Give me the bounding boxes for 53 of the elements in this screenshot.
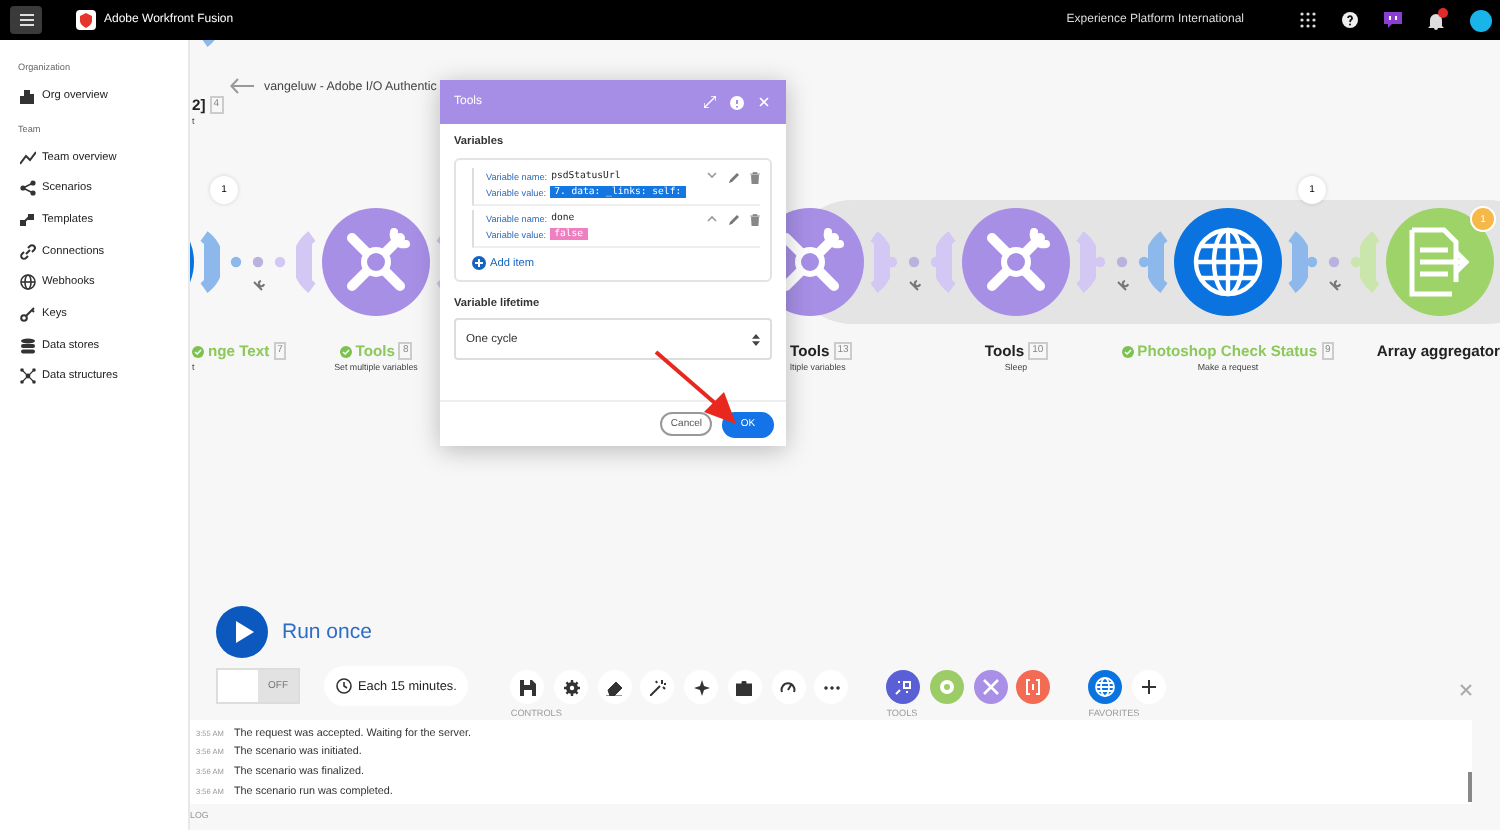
run-once-button[interactable]: Run once xyxy=(216,606,372,658)
db-icon xyxy=(20,337,36,354)
notifications-icon[interactable] xyxy=(1428,11,1444,29)
edit-icon[interactable] xyxy=(728,172,740,184)
globe-icon xyxy=(1094,676,1117,698)
crossed-tools-icon xyxy=(981,678,1000,696)
key-icon xyxy=(20,305,36,322)
scrollbar-thumb[interactable] xyxy=(1468,772,1472,802)
notification-dot-icon xyxy=(1438,7,1448,17)
chat-icon[interactable] xyxy=(1384,12,1402,28)
plus-icon xyxy=(1141,680,1156,694)
settings-icon[interactable] xyxy=(554,670,589,704)
more-icon[interactable] xyxy=(814,670,849,704)
clock-icon xyxy=(336,678,352,694)
struct-icon xyxy=(20,368,36,385)
http-favorite-button[interactable] xyxy=(1088,670,1123,704)
templates-icon xyxy=(20,211,36,228)
flow-control-icon xyxy=(894,678,913,696)
avatar[interactable] xyxy=(1470,9,1492,31)
wrench-screwdriver-module-icon[interactable] xyxy=(936,202,1096,322)
save-icon[interactable] xyxy=(510,670,545,704)
eraser-icon[interactable] xyxy=(597,670,632,704)
help-icon[interactable] xyxy=(1342,12,1358,28)
globe-icon xyxy=(20,274,36,291)
back-arrow-icon[interactable] xyxy=(230,78,254,94)
success-check-icon xyxy=(1121,345,1134,357)
magic-wand-icon[interactable] xyxy=(640,670,675,704)
link-icon xyxy=(20,243,36,260)
logo-icon xyxy=(76,10,96,30)
annotation-arrow xyxy=(654,350,738,426)
share-icon xyxy=(20,180,36,197)
gear-icon xyxy=(937,678,956,696)
delete-icon[interactable] xyxy=(750,214,760,226)
edit-icon[interactable] xyxy=(728,214,740,226)
success-check-icon xyxy=(339,345,352,357)
menu-icon xyxy=(19,14,33,26)
expand-icon[interactable] xyxy=(704,96,716,108)
menu-button[interactable] xyxy=(10,6,42,34)
chevron-up-icon[interactable] xyxy=(706,214,718,222)
chevron-down-icon[interactable] xyxy=(706,172,718,180)
apps-grid-icon[interactable] xyxy=(1300,12,1316,28)
chart-icon xyxy=(20,149,36,166)
add-favorite-button[interactable] xyxy=(1131,670,1166,704)
building-icon xyxy=(20,87,36,104)
play-icon xyxy=(216,606,268,658)
sort-caret-icon xyxy=(752,333,760,345)
delete-icon[interactable] xyxy=(750,172,760,184)
brackets-icon xyxy=(1024,678,1043,696)
add-icon xyxy=(472,256,486,270)
flow-control-tool[interactable] xyxy=(886,670,921,704)
text-parser-tool[interactable] xyxy=(1016,670,1051,704)
gauge-icon[interactable] xyxy=(771,670,806,704)
briefcase-icon[interactable] xyxy=(727,670,762,704)
